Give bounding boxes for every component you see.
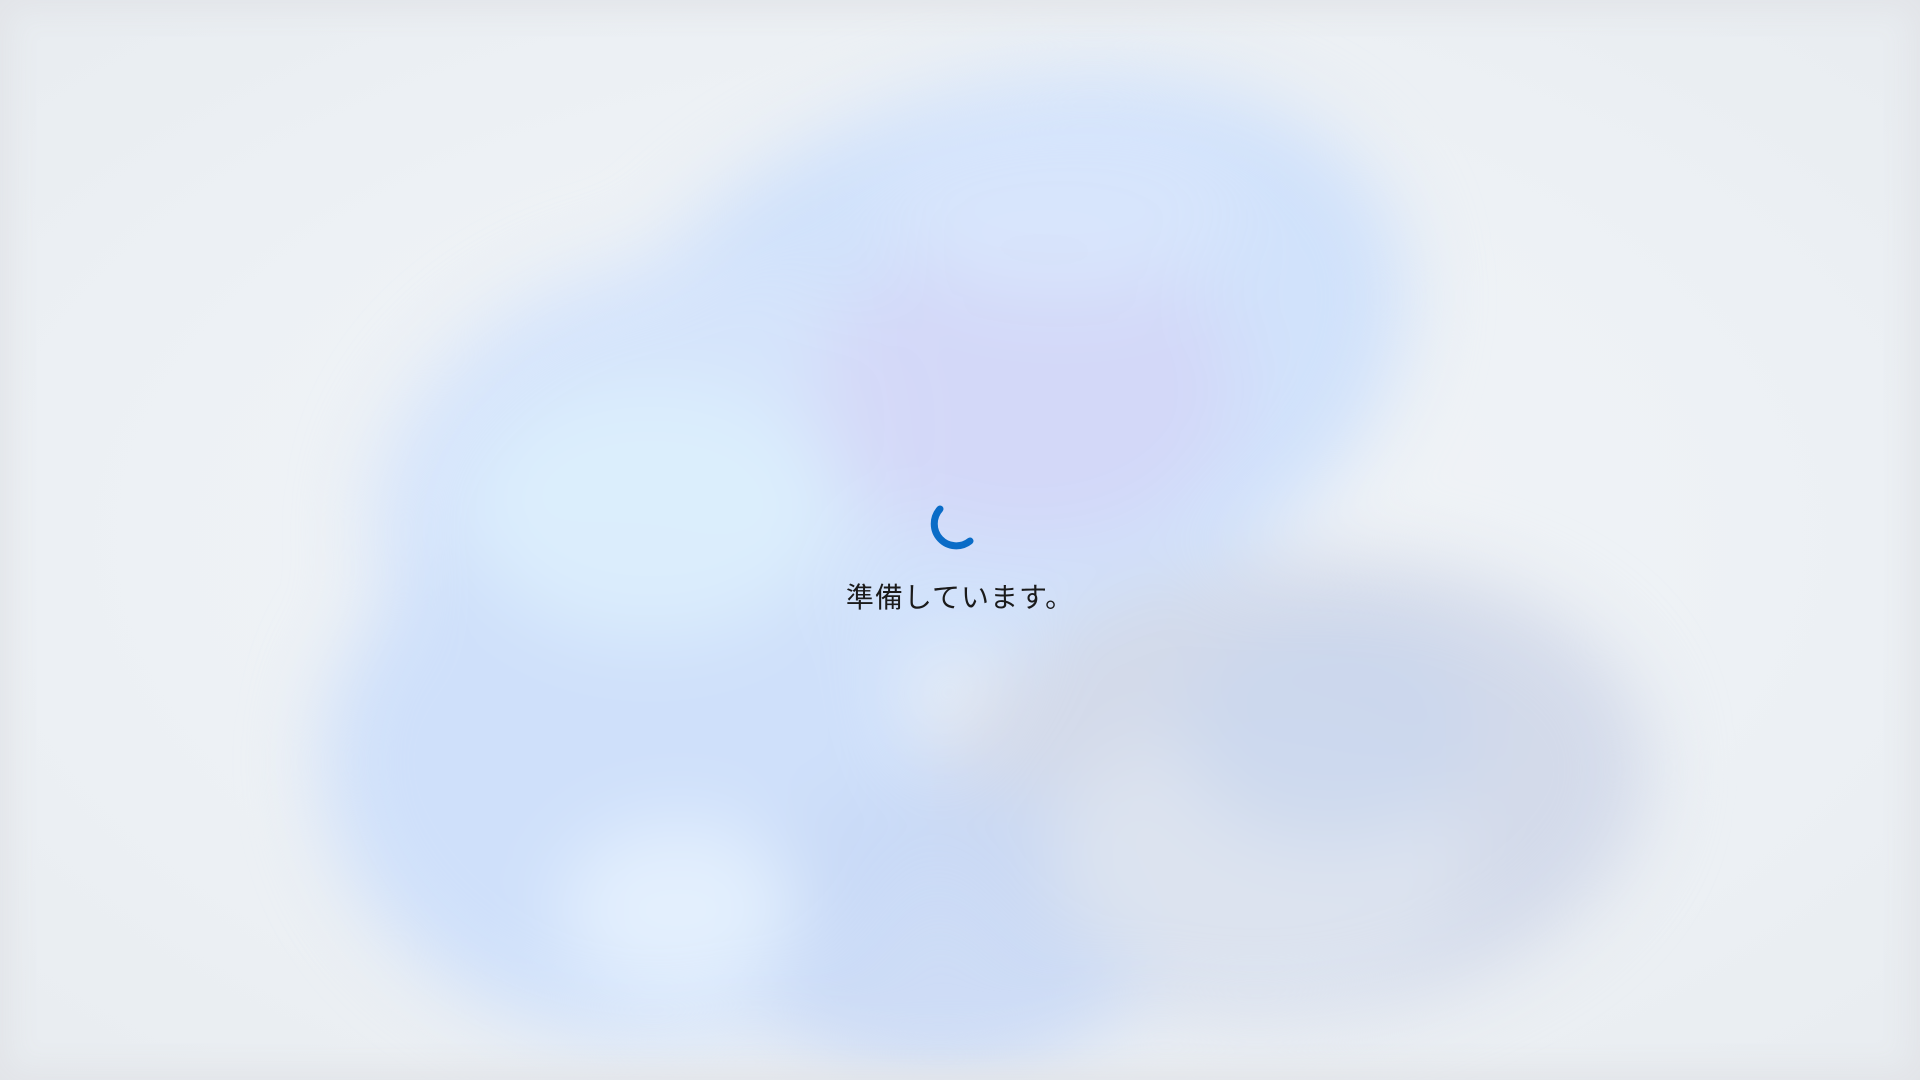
status-text: 準備しています。 bbox=[845, 581, 1075, 614]
setup-screen: 準備しています。 bbox=[0, 0, 1920, 1080]
loading-panel: 準備しています。 bbox=[0, 497, 1920, 616]
loading-spinner-icon bbox=[930, 505, 974, 550]
